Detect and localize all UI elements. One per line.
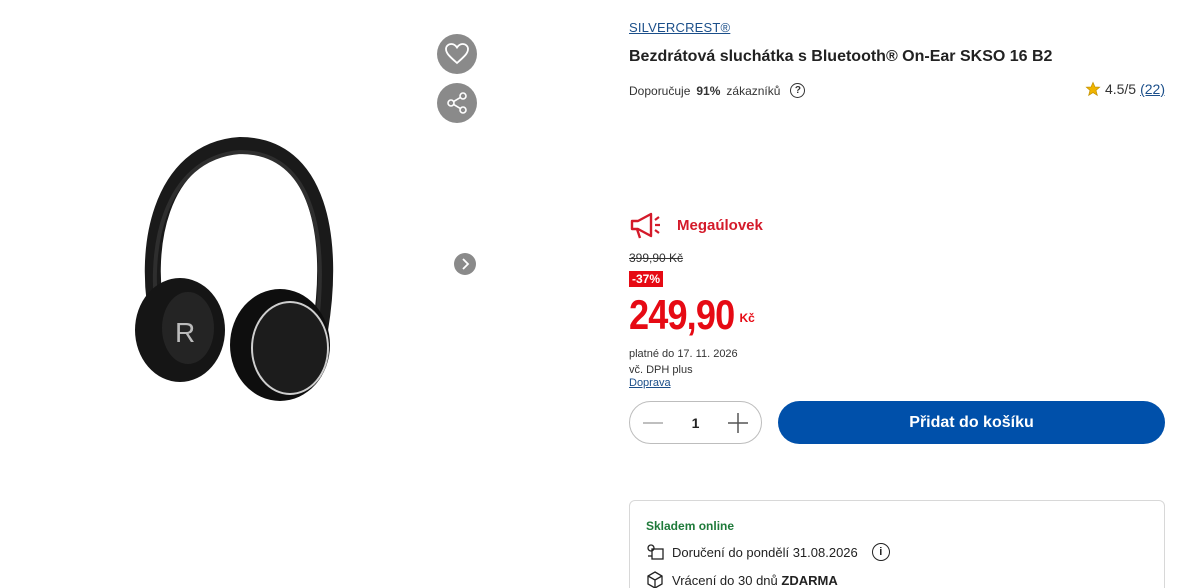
current-price: 249,90 Kč <box>629 289 755 341</box>
product-info: SILVERCREST® Bezdrátová sluchátka s Blue… <box>629 0 1165 588</box>
chevron-right-icon <box>462 258 470 270</box>
recommendation: Doporučuje 91% zákazníků ? <box>629 83 806 98</box>
stock-box: Skladem online Doručení do pondělí 31.08… <box>629 500 1165 588</box>
recommend-percent: 91% <box>696 83 721 98</box>
plus-icon <box>727 412 748 433</box>
rating-score: 4.5/5 <box>1104 81 1137 97</box>
rating-count-link[interactable]: (22) <box>1140 81 1165 97</box>
favorite-button[interactable] <box>437 34 477 74</box>
minus-icon <box>643 421 663 424</box>
promo-label: Megaúlovek <box>677 216 763 234</box>
vat-note: vč. DPH plus <box>629 364 693 376</box>
increase-button[interactable] <box>727 412 749 434</box>
brand-logo-letter: R <box>175 317 195 348</box>
quantity-value[interactable]: 1 <box>692 415 700 431</box>
add-to-cart-button[interactable]: Přidat do košíku <box>778 401 1165 444</box>
old-price: 399,90 Kč <box>629 251 684 265</box>
price-value: 249,90 <box>629 291 735 338</box>
product-image[interactable]: R <box>120 130 340 410</box>
recommend-prefix: Doporučuje <box>629 83 691 98</box>
share-icon <box>447 92 467 114</box>
price-notes: platné do 17. 11. 2026 vč. DPH plus <box>629 346 738 378</box>
delivery-row: Doručení do pondělí 31.08.2026 i <box>646 543 1148 561</box>
decrease-button[interactable] <box>642 412 664 434</box>
heart-icon <box>445 43 469 65</box>
megaphone-icon <box>630 212 660 239</box>
stock-status: Skladem online <box>646 519 735 533</box>
return-prefix: Vrácení do 30 dnů <box>672 572 778 588</box>
return-text: Vrácení do 30 dnů ZDARMA <box>672 573 838 588</box>
share-button[interactable] <box>437 83 477 123</box>
delivery-icon <box>647 544 664 560</box>
discount-badge: -37% <box>629 271 664 287</box>
rating: 4.5/5 (22) <box>1085 81 1165 97</box>
shipping-link[interactable]: Doprava <box>629 377 671 389</box>
product-gallery: R <box>0 0 600 588</box>
gallery-next-button[interactable] <box>454 253 476 275</box>
valid-until: platné do 17. 11. 2026 <box>629 348 738 360</box>
price-currency: Kč <box>739 311 755 325</box>
recommend-suffix: zákazníků <box>726 83 781 98</box>
return-row: Vrácení do 30 dnů ZDARMA <box>646 571 1148 588</box>
delivery-text: Doručení do pondělí 31.08.2026 <box>672 544 858 560</box>
help-icon[interactable]: ? <box>790 83 806 98</box>
info-icon[interactable]: i <box>871 543 890 561</box>
product-title: Bezdrátová sluchátka s Bluetooth® On-Ear… <box>629 48 1053 65</box>
star-icon <box>1085 81 1101 97</box>
quantity-stepper: 1 <box>629 401 762 444</box>
brand-link[interactable]: SILVERCREST® <box>629 20 730 35</box>
return-box-icon <box>647 571 663 588</box>
promo-badge: Megaúlovek <box>629 210 763 240</box>
return-free: ZDARMA <box>781 572 838 588</box>
